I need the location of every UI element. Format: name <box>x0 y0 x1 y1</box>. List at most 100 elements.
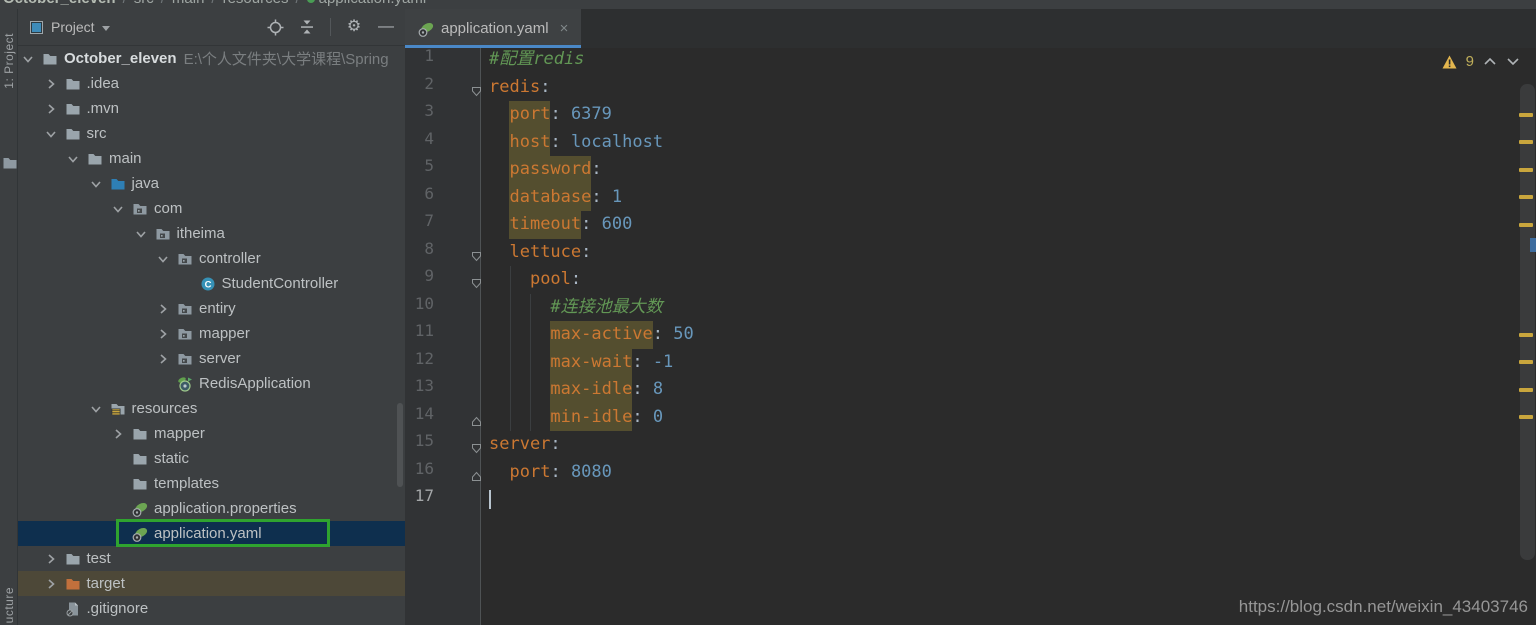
warning-stripe-mark[interactable] <box>1519 195 1533 199</box>
chevron-right-icon[interactable] <box>43 576 59 592</box>
tree-scrollbar-thumb[interactable] <box>397 403 403 487</box>
tree-item-entiry[interactable]: entiry <box>18 296 405 321</box>
warning-stripe-mark[interactable] <box>1519 113 1533 117</box>
code-line[interactable]: max-idle: 8 <box>481 376 1536 404</box>
chevron-down-icon[interactable] <box>88 176 104 192</box>
tree-item-java[interactable]: java <box>18 171 405 196</box>
editor-body[interactable]: 1234567891011121314151617 #配置redisredis:… <box>405 48 1536 625</box>
chevron-right-icon[interactable] <box>155 301 171 317</box>
tree-item-controller[interactable]: controller <box>18 246 405 271</box>
chevron-up-icon[interactable] <box>1483 57 1497 66</box>
chevron-down-icon[interactable] <box>133 226 149 242</box>
tree-item-mapper[interactable]: mapper <box>18 321 405 346</box>
tree-item-target[interactable]: target <box>18 571 405 596</box>
chevron-right-icon[interactable] <box>43 101 59 117</box>
chevron-down-icon[interactable] <box>20 51 36 67</box>
warning-stripe-mark[interactable] <box>1519 140 1533 144</box>
warning-stripe-mark[interactable] <box>1519 388 1533 392</box>
tree-item-.gitignore[interactable]: .gitignore <box>18 596 405 621</box>
code-line[interactable]: min-idle: 0 <box>481 404 1536 432</box>
tool-window-button-structure[interactable]: ucture <box>2 587 16 623</box>
line-number: 1 <box>405 48 480 74</box>
tree-item-application.yaml[interactable]: application.yaml <box>18 521 405 546</box>
breadcrumb-item[interactable]: October_eleven <box>3 0 116 8</box>
inspections-widget[interactable]: 9 <box>1442 53 1520 70</box>
editor-scrollbar-thumb[interactable] <box>1520 84 1535 560</box>
collapse-all-icon[interactable] <box>298 18 316 36</box>
tree-item-itheima[interactable]: itheima <box>18 221 405 246</box>
code-line[interactable]: #配置redis <box>481 48 1536 74</box>
tree-item-october-eleven[interactable]: October_elevenE:\个人文件夹\大学课程\Spring <box>18 46 405 71</box>
tree-item-main[interactable]: main <box>18 146 405 171</box>
code-line[interactable]: max-active: 50 <box>481 321 1536 349</box>
chevron-down-icon[interactable] <box>1506 57 1520 66</box>
tree-item-.idea[interactable]: .idea <box>18 71 405 96</box>
tree-item-resources[interactable]: resources <box>18 396 405 421</box>
project-panel-title[interactable]: Project <box>51 19 95 35</box>
tab-label: application.yaml <box>441 20 549 37</box>
breadcrumb-item[interactable]: resources <box>223 0 289 8</box>
tool-window-button-project[interactable]: 1: Project <box>2 33 16 89</box>
code-line[interactable]: lettuce: <box>481 239 1536 267</box>
warning-stripe-mark[interactable] <box>1519 333 1533 337</box>
code-line[interactable]: max-wait: -1 <box>481 349 1536 377</box>
tree-item-.mvn[interactable]: .mvn <box>18 96 405 121</box>
code-line[interactable]: server: <box>481 431 1536 459</box>
warning-stripe-mark[interactable] <box>1519 360 1533 364</box>
tree-item-mapper[interactable]: mapper <box>18 421 405 446</box>
chevron-down-icon[interactable] <box>155 251 171 267</box>
warning-stripe-mark[interactable] <box>1519 168 1533 172</box>
tab-application-yaml[interactable]: application.yaml × <box>405 9 581 48</box>
tree-item-redisapplication[interactable]: RedisApplication <box>18 371 405 396</box>
chevron-down-icon[interactable] <box>65 151 81 167</box>
breadcrumb-item[interactable]: src <box>134 0 154 8</box>
code-line[interactable]: database: 1 <box>481 184 1536 212</box>
line-number: 4 <box>405 129 480 157</box>
tree-item-label: .mvn <box>87 100 120 117</box>
chevron-right-icon[interactable] <box>43 551 59 567</box>
chevron-right-icon[interactable] <box>43 76 59 92</box>
warning-icon <box>1442 55 1457 69</box>
close-icon[interactable]: × <box>560 20 569 37</box>
code-line[interactable]: port: 8080 <box>481 459 1536 487</box>
tree-item-com[interactable]: com <box>18 196 405 221</box>
code-line[interactable]: redis: <box>481 74 1536 102</box>
code-line[interactable]: host: localhost <box>481 129 1536 157</box>
breadcrumb-item[interactable]: main <box>172 0 205 8</box>
tree-item-application.properties[interactable]: application.properties <box>18 496 405 521</box>
chevron-right-icon[interactable] <box>155 351 171 367</box>
folder-icon <box>65 551 81 567</box>
code-line[interactable]: pool: <box>481 266 1536 294</box>
tree-item-label: entiry <box>199 300 236 317</box>
line-number: 2 <box>405 74 480 102</box>
breadcrumb[interactable]: October_eleven/src/main/resources/applic… <box>0 0 1536 9</box>
caret-stripe-mark[interactable] <box>1530 238 1536 252</box>
chevron-right-icon[interactable] <box>155 326 171 342</box>
tree-item-test[interactable]: test <box>18 546 405 571</box>
tree-item-label: com <box>154 200 182 217</box>
chevron-right-icon[interactable] <box>110 426 126 442</box>
code-area[interactable]: #配置redisredis: port: 6379 host: localhos… <box>481 48 1536 514</box>
code-line[interactable] <box>481 486 1536 514</box>
chevron-down-icon[interactable] <box>43 126 59 142</box>
breadcrumb-item[interactable]: application.yaml <box>319 0 427 8</box>
code-line[interactable]: #连接池最大数 <box>481 294 1536 322</box>
warning-stripe-mark[interactable] <box>1519 415 1533 419</box>
settings-icon[interactable]: ⚙ <box>345 18 363 36</box>
tree-item-templates[interactable]: templates <box>18 471 405 496</box>
tree-item-server[interactable]: server <box>18 346 405 371</box>
tree-item-label: src <box>87 125 107 142</box>
code-line[interactable]: timeout: 600 <box>481 211 1536 239</box>
chevron-down-icon[interactable] <box>88 401 104 417</box>
chevron-down-icon[interactable] <box>110 201 126 217</box>
warning-stripe-mark[interactable] <box>1519 223 1533 227</box>
code-line[interactable]: port: 6379 <box>481 101 1536 129</box>
project-folder-icon[interactable] <box>2 155 16 169</box>
chevron-down-icon[interactable] <box>102 26 110 31</box>
tree-item-static[interactable]: static <box>18 446 405 471</box>
code-line[interactable]: password: <box>481 156 1536 184</box>
tree-item-src[interactable]: src <box>18 121 405 146</box>
locate-icon[interactable] <box>266 18 284 36</box>
tree-item-studentcontroller[interactable]: CStudentController <box>18 271 405 296</box>
hide-icon[interactable]: — <box>377 18 395 36</box>
